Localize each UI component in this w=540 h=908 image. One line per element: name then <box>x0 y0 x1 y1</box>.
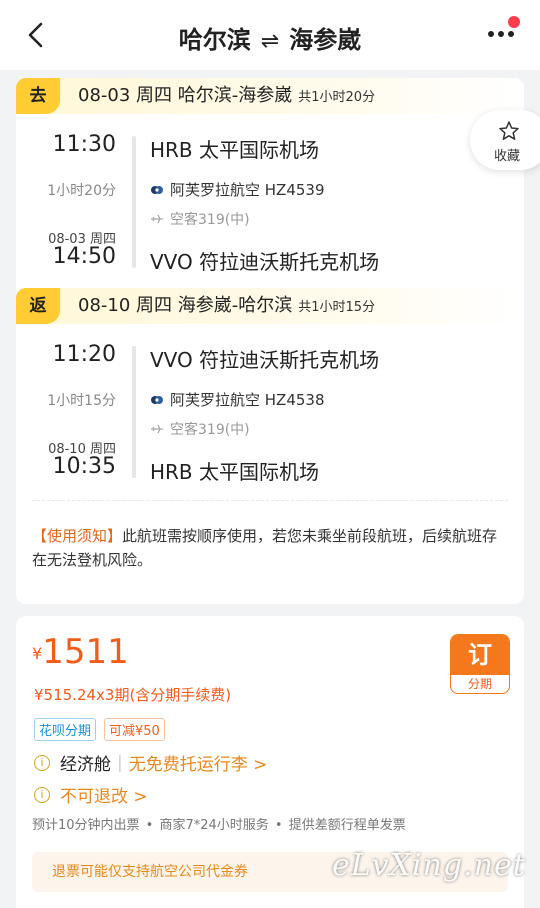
outbound-aircraft: 空客319(中) <box>150 209 250 229</box>
swap-icon: ⇌ <box>260 29 280 54</box>
discount-tag: 可减¥50 <box>104 718 165 741</box>
book-sublabel: 分期 <box>467 677 492 691</box>
notice-title: 【使用须知】 <box>32 527 123 545</box>
airline-logo-icon <box>151 395 163 404</box>
plane-icon <box>151 424 163 434</box>
usage-notice: 【使用须知】此航班需按顺序使用，若您未乘坐前段航班，后续航班存在无法登机风险。 <box>32 524 512 572</box>
info-icon: i <box>34 754 50 771</box>
book-label: 订 <box>451 635 509 675</box>
currency-symbol: ¥ <box>32 644 43 663</box>
return-total-duration: 共1小时15分 <box>298 300 376 315</box>
return-tag: 返 <box>16 288 60 324</box>
notification-dot <box>508 16 520 28</box>
book-button[interactable]: 订 分期 <box>450 634 510 694</box>
favorite-label: 收藏 <box>494 149 521 164</box>
promo-tags: 花呗分期 可减¥50 <box>34 718 173 741</box>
return-departure-airport: VVO 符拉迪沃斯托克机场 <box>150 348 380 372</box>
origin-city: 哈尔滨 <box>178 26 251 54</box>
timeline-line <box>132 136 136 268</box>
airline-logo-icon <box>151 185 163 194</box>
outbound-header: 去 08-03 周四 哈尔滨-海参崴 共1小时20分 <box>16 78 524 114</box>
cabin-row[interactable]: i 经济舱 | 无免费托运行李 > <box>34 750 267 775</box>
return-departure-time: 11:20 <box>52 342 116 367</box>
divider <box>32 500 508 501</box>
timeline-line <box>132 346 136 478</box>
outbound-tag: 去 <box>16 78 60 114</box>
watermark: eLvXing.net <box>332 848 526 883</box>
refund-row[interactable]: i 不可退改 > <box>34 782 148 807</box>
route-title: 哈尔滨 ⇌ 海参崴 <box>0 20 540 55</box>
return-header: 返 08-10 周四 海参崴-哈尔滨 共1小时15分 <box>16 288 524 324</box>
return-airline: 阿芙罗拉航空 HZ4538 <box>150 389 325 410</box>
outbound-arrival-time: 14:50 <box>52 244 116 269</box>
outbound-departure-time: 11:30 <box>52 132 116 157</box>
price-amount: 1511 <box>42 632 129 672</box>
refund-policy: 不可退改 > <box>60 787 148 807</box>
outbound-total-duration: 共1小时20分 <box>298 90 376 105</box>
outbound-date-route: 08-03 周四 哈尔滨-海参崴 共1小时20分 <box>78 85 376 106</box>
favorite-button[interactable]: 收藏 <box>470 110 540 170</box>
baggage-info: 无免费托运行李 > <box>128 755 268 775</box>
return-arrival-time: 10:35 <box>52 454 116 479</box>
return-aircraft: 空客319(中) <box>150 419 250 439</box>
outbound-airline: 阿芙罗拉航空 HZ4539 <box>150 179 325 200</box>
outbound-duration: 1小时20分 <box>47 183 116 199</box>
plane-icon <box>151 214 163 224</box>
top-bar: 哈尔滨 ⇌ 海参崴 <box>0 0 540 70</box>
return-date-route: 08-10 周四 海参崴-哈尔滨 共1小时15分 <box>78 295 376 316</box>
outbound-departure-airport: HRB 太平国际机场 <box>150 138 320 162</box>
return-arrival-airport: HRB 太平国际机场 <box>150 460 320 484</box>
huabei-tag: 花呗分期 <box>34 718 97 741</box>
outbound-arrival-airport: VVO 符拉迪沃斯托克机场 <box>150 250 380 274</box>
itinerary-card: 去 08-03 周四 哈尔滨-海参崴 共1小时20分 11:30 HRB 太平国际… <box>16 78 524 604</box>
cabin-class: 经济舱 <box>60 755 111 775</box>
separator: | <box>117 752 123 773</box>
installment-info: ¥515.24x3期(含分期手续费) <box>34 686 232 704</box>
service-info: 预计10分钟内出票 • 商家7*24小时服务 • 提供差额行程单发票 <box>32 818 406 833</box>
star-icon <box>499 121 519 140</box>
destination-city: 海参崴 <box>289 26 362 54</box>
return-duration: 1小时15分 <box>47 393 116 409</box>
price: ¥1511 <box>32 632 129 672</box>
info-icon: i <box>34 786 50 803</box>
